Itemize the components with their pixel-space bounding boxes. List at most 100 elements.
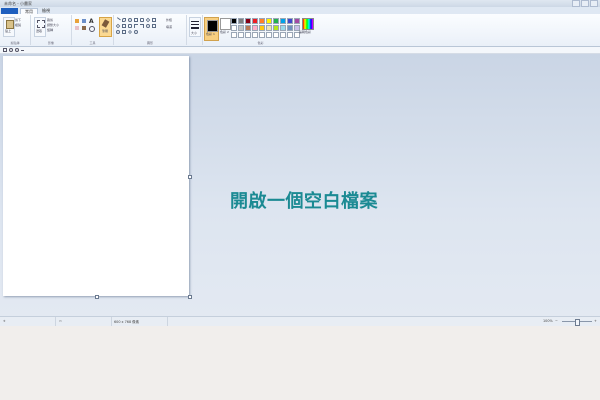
colors-group: 色彩 1 色彩 2 編輯色彩 色彩 — [203, 15, 318, 45]
zoom-in-icon[interactable]: + — [594, 319, 597, 323]
star-shape-icon[interactable] — [152, 24, 156, 28]
palette-swatch[interactable] — [238, 32, 244, 38]
palette-swatch[interactable] — [259, 32, 265, 38]
size-line-medium-icon — [191, 24, 199, 26]
palette-swatch[interactable] — [273, 18, 279, 24]
outline-button[interactable]: 外框 — [166, 18, 172, 22]
magnifier-icon[interactable] — [89, 26, 95, 32]
redo-icon[interactable] — [15, 48, 19, 52]
copy-button[interactable]: 複製 — [15, 23, 21, 27]
close-button[interactable] — [590, 0, 598, 7]
shapes-group-label: 圖形 — [146, 41, 153, 45]
palette-swatch[interactable] — [238, 25, 244, 31]
shapes-gallery[interactable] — [115, 17, 161, 34]
heart-shape-icon[interactable] — [116, 30, 120, 34]
palette-swatch[interactable] — [287, 25, 293, 31]
palette-swatch[interactable] — [231, 25, 237, 31]
tools-group: A 筆刷 工具 — [72, 15, 114, 45]
rotate-button[interactable]: 旋轉 — [47, 28, 53, 32]
palette-swatch[interactable] — [252, 32, 258, 38]
color1-button[interactable]: 色彩 1 — [204, 17, 219, 41]
left-arrow-shape-icon[interactable] — [140, 24, 144, 28]
palette-swatch[interactable] — [245, 32, 251, 38]
palette-swatch[interactable] — [245, 18, 251, 24]
diamond-shape-icon[interactable] — [115, 23, 121, 29]
rectangle-shape-icon[interactable] — [134, 18, 138, 22]
palette-swatch[interactable] — [280, 32, 286, 38]
size-button[interactable]: 大小 — [189, 17, 201, 37]
palette-swatch[interactable] — [231, 18, 237, 24]
color1-label: 色彩 1 — [206, 32, 215, 36]
palette-swatch[interactable] — [245, 25, 251, 31]
eraser-icon[interactable] — [75, 26, 79, 30]
image-group-label: 影像 — [47, 41, 54, 45]
zoom-slider-thumb[interactable] — [575, 319, 580, 326]
edit-colors-button[interactable] — [302, 18, 314, 30]
brushes-button[interactable]: 筆刷 — [99, 17, 112, 37]
color-palette — [231, 18, 300, 38]
cut-button[interactable]: 剪下 — [15, 18, 21, 22]
pentagon-shape-icon[interactable] — [122, 24, 126, 28]
curve-shape-icon[interactable] — [122, 18, 126, 22]
hexagon-shape-icon[interactable] — [128, 24, 132, 28]
right-arrow-shape-icon[interactable] — [134, 24, 138, 28]
save-icon[interactable] — [3, 48, 7, 52]
zoom-out-icon[interactable]: − — [555, 319, 558, 323]
edit-colors-label: 編輯色彩 — [299, 30, 312, 34]
tools-group-label: 工具 — [89, 41, 96, 45]
callout-shape-icon[interactable] — [146, 24, 150, 28]
selection-size-segment: ▭ — [56, 317, 112, 326]
palette-swatch[interactable] — [294, 18, 300, 24]
canvas-resize-handle-corner[interactable] — [188, 295, 192, 299]
polygon-shape-icon[interactable] — [145, 17, 151, 23]
maximize-button[interactable] — [581, 0, 589, 7]
crop-button[interactable]: 裁剪 — [47, 18, 53, 22]
palette-swatch[interactable] — [280, 25, 286, 31]
palette-swatch[interactable] — [259, 25, 265, 31]
canvas-caption: 開啟一個空白檔案 — [230, 191, 378, 212]
line-shape-icon[interactable] — [115, 17, 121, 23]
palette-swatch[interactable] — [231, 32, 237, 38]
select-button[interactable]: 選取 — [34, 17, 46, 37]
palette-swatch[interactable] — [273, 25, 279, 31]
rounded-rectangle-shape-icon[interactable] — [140, 18, 144, 22]
canvas-resize-handle-right[interactable] — [188, 175, 192, 179]
fill-button[interactable]: 填滿 — [166, 25, 172, 29]
oval-shape-icon[interactable] — [128, 18, 132, 22]
resize-button[interactable]: 調整大小 — [47, 23, 59, 27]
clipboard-group-label: 剪貼簿 — [10, 41, 20, 45]
paste-button[interactable]: 貼上 — [3, 17, 15, 37]
pencil-icon[interactable] — [75, 19, 79, 23]
clipboard-icon — [6, 20, 14, 29]
palette-swatch[interactable] — [287, 18, 293, 24]
palette-swatch[interactable] — [266, 32, 272, 38]
brushes-label: 筆刷 — [102, 29, 109, 33]
palette-swatch[interactable] — [259, 18, 265, 24]
color2-button[interactable] — [220, 18, 231, 30]
brush-icon — [101, 19, 110, 28]
fill-icon[interactable] — [82, 19, 86, 23]
undo-icon[interactable] — [9, 48, 13, 52]
colors-group-label: 色彩 — [257, 41, 264, 45]
minimize-button[interactable] — [572, 0, 580, 7]
palette-swatch[interactable] — [280, 18, 286, 24]
cloud-shape-icon[interactable] — [134, 30, 138, 34]
triangle-shape-icon[interactable] — [152, 18, 156, 22]
shapes-group: 外框 填滿 圖形 — [114, 15, 187, 45]
lightning-shape-icon[interactable] — [122, 30, 126, 34]
cursor-icon: ✛ — [3, 319, 6, 323]
canvas-resize-handle-bottom[interactable] — [95, 295, 99, 299]
four-point-star-shape-icon[interactable] — [128, 30, 132, 34]
drawing-canvas[interactable] — [3, 56, 189, 296]
palette-swatch[interactable] — [252, 25, 258, 31]
palette-swatch[interactable] — [266, 18, 272, 24]
palette-swatch[interactable] — [238, 18, 244, 24]
text-icon[interactable]: A — [89, 18, 94, 25]
selection-icon: ▭ — [59, 319, 62, 323]
color-picker-icon[interactable] — [82, 26, 86, 30]
palette-swatch[interactable] — [273, 32, 279, 38]
palette-swatch[interactable] — [252, 18, 258, 24]
size-group: 大小 — [187, 15, 203, 45]
palette-swatch[interactable] — [287, 32, 293, 38]
palette-swatch[interactable] — [266, 25, 272, 31]
